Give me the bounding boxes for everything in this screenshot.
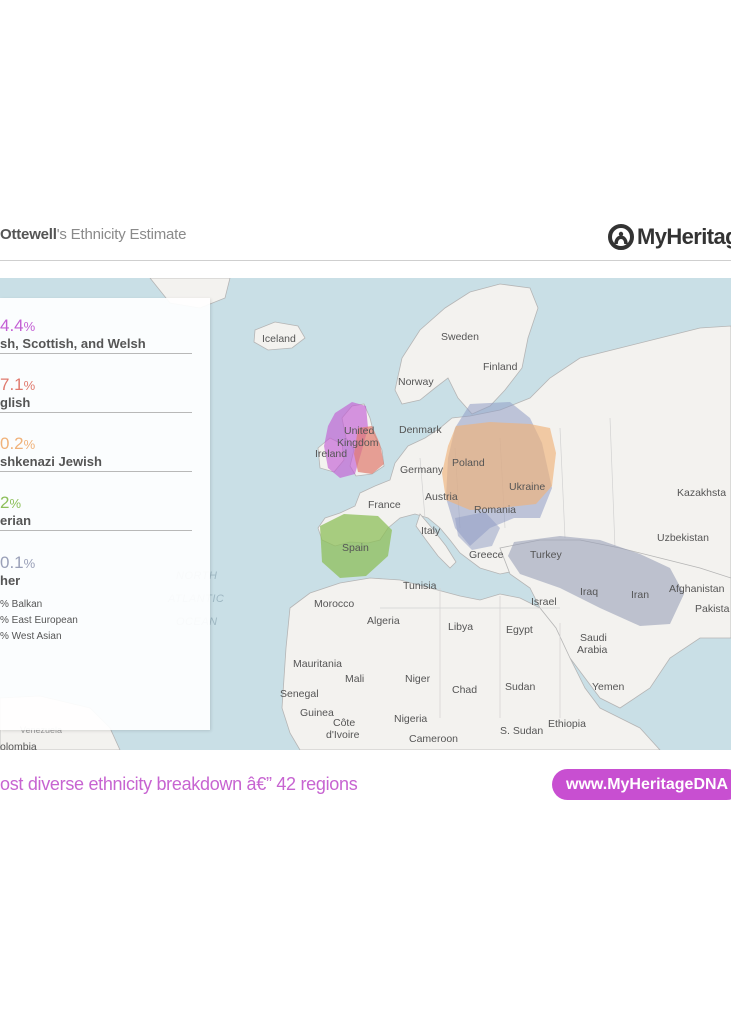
ethnicity-percent: 7.1% xyxy=(0,375,36,394)
map-label-poland: Poland xyxy=(452,457,485,469)
map-label-denmark: Denmark xyxy=(399,424,442,436)
report-title-suffix: 's Ethnicity Estimate xyxy=(56,226,187,243)
map-label-mauritania: Mauritania xyxy=(293,658,343,670)
map-label-turkey: Turkey xyxy=(530,549,562,561)
ethnicity-percent: 0.1% xyxy=(0,553,36,572)
map-label-greece: Greece xyxy=(469,549,504,561)
ethnicity-panel: 4.4% sh, Scottish, and Welsh 7.1% glish … xyxy=(0,298,210,730)
map-label-niger: Niger xyxy=(405,673,431,685)
ethnicity-item[interactable]: 0.1% her xyxy=(0,553,192,590)
map-label-spain: Spain xyxy=(342,542,369,554)
map-label-sudan: Sudan xyxy=(505,681,536,693)
ethnicity-percent: 4.4% xyxy=(0,316,36,335)
user-name: Ottewell xyxy=(0,226,57,243)
ethnicity-item[interactable]: 0.2% shkenazi Jewish xyxy=(0,434,192,472)
map-label-pakistan: Pakista xyxy=(695,603,730,615)
ethnicity-name: her xyxy=(0,573,21,588)
map-label-cameroon: Cameroon xyxy=(409,733,459,745)
myheritage-logo-icon xyxy=(608,224,634,250)
ethnicity-percent: 0.2% xyxy=(0,434,36,453)
map-label-egypt: Egypt xyxy=(506,624,533,636)
map-label-senegal: Senegal xyxy=(280,688,319,700)
ethnicity-item[interactable]: 4.4% sh, Scottish, and Welsh xyxy=(0,316,192,354)
map-label-tunisia: Tunisia xyxy=(403,580,437,592)
ethnicity-name: glish xyxy=(0,395,31,410)
map-label-morocco: Morocco xyxy=(314,598,355,610)
map-label-afghanistan: Afghanistan xyxy=(669,583,725,595)
header-divider xyxy=(0,260,731,261)
map-label-finland: Finland xyxy=(483,361,518,373)
ethnicity-name: erian xyxy=(0,513,32,528)
map-label-italy: Italy xyxy=(421,525,441,537)
map-label-algeria: Algeria xyxy=(367,615,400,627)
ethnicity-name: shkenazi Jewish xyxy=(0,454,102,469)
logo-text: MyHeritage xyxy=(637,224,731,249)
map-label-united: United xyxy=(344,425,375,437)
map-label-austria: Austria xyxy=(425,491,458,503)
map-label-romania: Romania xyxy=(474,504,517,516)
map-label-iraq: Iraq xyxy=(580,586,599,598)
report-title: Ottewell's Ethnicity Estimate xyxy=(0,226,186,243)
map-label-guinea: Guinea xyxy=(300,707,334,719)
map-label-sweden: Sweden xyxy=(441,331,479,343)
map-label-colombia: olombia xyxy=(0,741,37,750)
map-label-germany: Germany xyxy=(400,464,444,476)
map-label-kazakhstan: Kazakhsta xyxy=(677,487,727,499)
map-label-ethiopia: Ethiopia xyxy=(548,718,586,730)
map-label-arabia: Arabia xyxy=(577,644,608,656)
myheritage-logo[interactable]: MyHeritage xyxy=(608,224,731,250)
website-link-button[interactable]: www.MyHeritageDNA xyxy=(552,769,731,800)
map-label-divoire: d'Ivoire xyxy=(326,729,360,741)
map-label-s-sudan: S. Sudan xyxy=(500,725,544,737)
map-label-saudi: Saudi xyxy=(580,632,607,644)
map-label-ireland: Ireland xyxy=(315,448,348,460)
ethnicity-item[interactable]: 2% erian xyxy=(0,493,192,531)
other-breakdown-item[interactable]: % East European xyxy=(0,614,78,630)
ethnicity-item[interactable]: 7.1% glish xyxy=(0,375,192,413)
map-label-yemen: Yemen xyxy=(592,681,625,693)
map-label-iran: Iran xyxy=(631,589,650,601)
map-label-libya: Libya xyxy=(448,621,474,633)
map-label-nigeria: Nigeria xyxy=(394,713,428,725)
map-label-norway: Norway xyxy=(398,376,434,388)
tagline: ost diverse ethnicity breakdown â€” 42 r… xyxy=(0,774,358,794)
other-breakdown-item[interactable]: % West Asian xyxy=(0,630,78,646)
map-label-france: France xyxy=(368,499,401,511)
map-label-chad: Chad xyxy=(452,684,478,696)
map-label-israel: Israel xyxy=(531,596,557,608)
other-breakdown-list: % Balkan % East European % West Asian xyxy=(0,598,78,646)
map-label-ukraine: Ukraine xyxy=(509,481,546,493)
map-label-mali: Mali xyxy=(345,673,365,685)
map-label-iceland: Iceland xyxy=(262,333,296,345)
map-label-uzbekistan: Uzbekistan xyxy=(657,532,709,544)
map-label-cote: Côte xyxy=(333,717,356,729)
other-breakdown-item[interactable]: % Balkan xyxy=(0,598,78,614)
ethnicity-name: sh, Scottish, and Welsh xyxy=(0,336,146,351)
ethnicity-percent: 2% xyxy=(0,493,22,512)
